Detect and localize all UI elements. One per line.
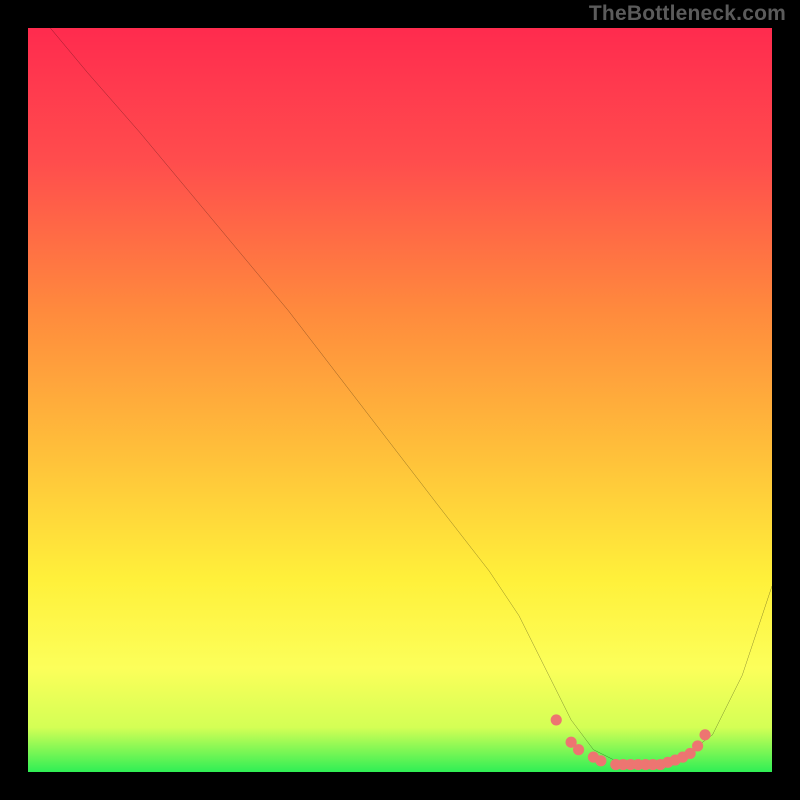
bottleneck-chart xyxy=(28,28,772,772)
marker-dot xyxy=(692,740,703,751)
chart-container: TheBottleneck.com xyxy=(0,0,800,800)
marker-dot xyxy=(595,755,606,766)
watermark-text: TheBottleneck.com xyxy=(589,2,786,26)
marker-dot xyxy=(573,744,584,755)
marker-dot xyxy=(699,729,710,740)
gradient-background xyxy=(28,28,772,772)
marker-dot xyxy=(551,714,562,725)
